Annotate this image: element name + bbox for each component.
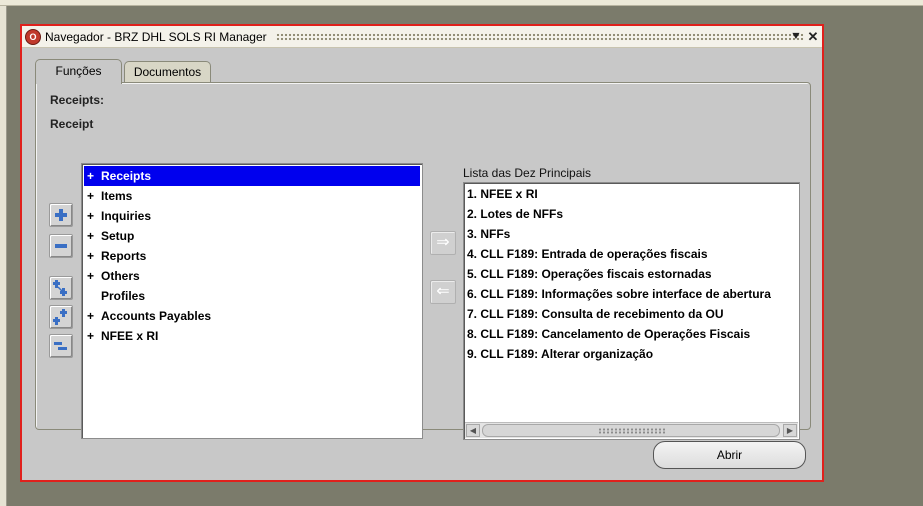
scroll-left-icon[interactable]: ◀ — [466, 424, 480, 437]
tree-item-reports[interactable]: + Reports — [84, 246, 420, 266]
tree-item-items[interactable]: + Items — [84, 186, 420, 206]
tree-expand-icon: + — [87, 329, 95, 343]
tree-item-label: Profiles — [101, 289, 146, 303]
tree-item-label: Receipts — [101, 169, 152, 183]
title-bar[interactable]: O Navegador - BRZ DHL SOLS RI Manager ⯆ … — [22, 26, 822, 48]
collapse-button[interactable] — [49, 234, 73, 258]
list-item[interactable]: 9. CLL F189: Alterar organização — [467, 347, 653, 361]
tree-expand-icon: + — [87, 189, 95, 203]
list-item[interactable]: 2. Lotes de NFFs — [467, 207, 563, 221]
plus-icon — [55, 209, 67, 221]
list-item[interactable]: 6. CLL F189: Informações sobre interface… — [467, 287, 771, 301]
open-button[interactable]: Abrir — [653, 441, 806, 469]
close-icon[interactable]: ✕ — [805, 28, 821, 45]
tree-expand-icon: + — [87, 309, 95, 323]
tree-item-accounts-payables[interactable]: + Accounts Payables — [84, 306, 420, 326]
top-ten-label: Lista das Dez Principais — [463, 166, 592, 180]
top-toolbar-strip — [0, 0, 923, 6]
function-tree[interactable]: + Receipts + Items + Inquiries + Setup +… — [81, 163, 423, 439]
collapse-all-icon — [54, 342, 67, 350]
tree-item-profiles[interactable]: Profiles — [84, 286, 420, 306]
add-to-list-button[interactable]: ⇒ — [430, 231, 456, 255]
oracle-app-icon: O — [25, 29, 41, 45]
tree-item-label: Inquiries — [101, 209, 152, 223]
tree-item-receipts[interactable]: + Receipts — [84, 166, 420, 186]
scroll-grip — [598, 428, 666, 434]
tree-item-label: Reports — [101, 249, 147, 263]
tree-item-label: Items — [101, 189, 133, 203]
list-item[interactable]: 5. CLL F189: Operações fiscais estornada… — [467, 267, 712, 281]
navigator-window: O Navegador - BRZ DHL SOLS RI Manager ⯆ … — [20, 24, 824, 482]
top-ten-list[interactable]: 1. NFEE x RI 2. Lotes de NFFs 3. NFFs 4.… — [463, 182, 800, 440]
list-item[interactable]: 1. NFEE x RI — [467, 187, 538, 201]
tree-expand-icon: + — [87, 269, 95, 283]
tree-item-label: Accounts Payables — [101, 309, 212, 323]
scroll-right-icon[interactable]: ▶ — [783, 424, 797, 437]
expand-button[interactable] — [49, 203, 73, 227]
tree-item-setup[interactable]: + Setup — [84, 226, 420, 246]
expand-all-button[interactable] — [49, 305, 73, 329]
arrow-right-icon: ⇒ — [436, 234, 450, 251]
arrow-left-icon: ⇐ — [436, 283, 450, 300]
tree-expand-icon: + — [87, 249, 95, 263]
list-item[interactable]: 8. CLL F189: Cancelamento de Operações F… — [467, 327, 750, 341]
left-edge-strip — [0, 6, 7, 506]
collapse-all-button[interactable] — [49, 334, 73, 358]
tree-expand-icon: + — [87, 229, 95, 243]
title-grip — [276, 33, 804, 41]
scroll-thumb[interactable] — [482, 424, 780, 437]
tree-item-label: NFEE x RI — [101, 329, 159, 343]
remove-from-list-button[interactable]: ⇐ — [430, 280, 456, 304]
tab-documentos[interactable]: Documentos — [124, 61, 211, 83]
list-item[interactable]: 3. NFFs — [467, 227, 510, 241]
tree-item-inquiries[interactable]: + Inquiries — [84, 206, 420, 226]
minus-icon — [55, 244, 67, 248]
minimize-icon[interactable]: ⯆ — [788, 28, 804, 45]
list-item[interactable]: 7. CLL F189: Consulta de recebimento da … — [467, 307, 724, 321]
tab-funcoes[interactable]: Funções — [35, 59, 122, 84]
panel-subheading: Receipt — [50, 117, 94, 131]
tree-expand-icon: + — [87, 209, 95, 223]
expand-branch-button[interactable] — [49, 276, 73, 300]
tree-item-label: Others — [101, 269, 140, 283]
tree-item-nfee-x-ri[interactable]: + NFEE x RI — [84, 326, 420, 346]
window-title: Navegador - BRZ DHL SOLS RI Manager — [45, 30, 267, 44]
list-item[interactable]: 4. CLL F189: Entrada de operações fiscai… — [467, 247, 708, 261]
tree-item-label: Setup — [101, 229, 135, 243]
functions-panel: Receipts: Receipt + Receipts + Items + I… — [35, 82, 811, 440]
expand-branch-icon — [53, 280, 67, 296]
horizontal-scrollbar[interactable]: ◀ ▶ — [465, 422, 798, 438]
panel-heading: Receipts: — [50, 93, 105, 107]
tree-item-others[interactable]: + Others — [84, 266, 420, 286]
expand-all-icon — [53, 309, 67, 325]
tree-expand-icon: + — [87, 169, 95, 183]
